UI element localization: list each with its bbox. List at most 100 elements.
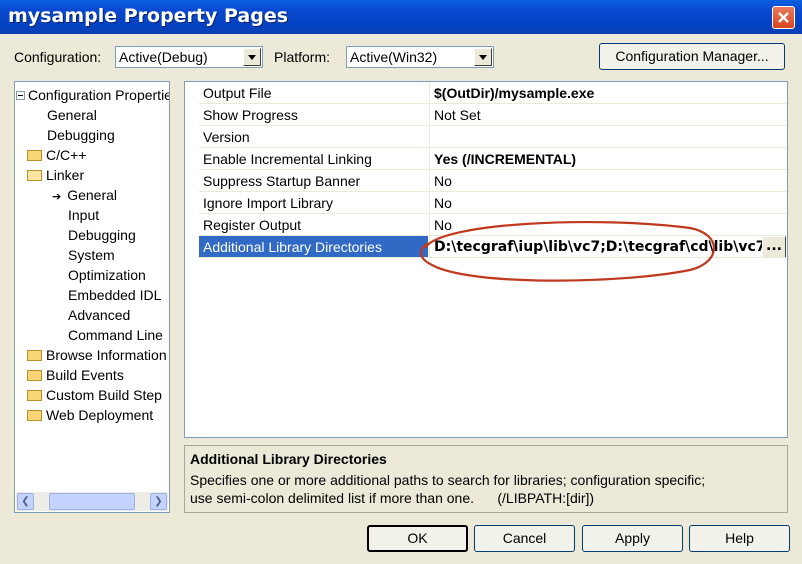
property-row[interactable]: Register Output No <box>185 214 787 236</box>
property-value[interactable]: Not Set <box>429 104 787 126</box>
property-row[interactable]: Show Progress Not Set <box>185 104 787 126</box>
chevron-down-icon[interactable] <box>243 48 261 66</box>
tree-item-label: General <box>67 187 118 203</box>
tree-item[interactable]: Optimization <box>68 265 146 285</box>
tree-item[interactable]: Browse Information <box>27 345 167 365</box>
tree-item-label: Optimization <box>68 267 146 283</box>
folder-open-icon <box>27 170 42 181</box>
tree-item[interactable]: Advanced <box>68 305 130 325</box>
apply-button[interactable]: Apply <box>582 525 683 552</box>
tree-item[interactable]: ➔ General <box>52 185 117 205</box>
tree-item-label: Embedded IDL <box>68 287 162 303</box>
property-name[interactable]: Show Progress <box>199 104 428 126</box>
tree-item-label: Linker <box>46 167 85 183</box>
chevron-down-icon[interactable] <box>474 48 492 66</box>
property-row[interactable]: Enable Incremental Linking Yes (/INCREMEN… <box>185 148 787 170</box>
property-name[interactable]: Register Output <box>199 214 428 236</box>
configuration-select-value: Active(Debug) <box>119 49 208 65</box>
description-panel: Additional Library Directories Specifies… <box>184 445 788 513</box>
tree-item-label: System <box>68 247 115 263</box>
property-value[interactable]: No <box>429 170 787 192</box>
window-title: mysample Property Pages <box>8 5 289 27</box>
tree-item[interactable]: Web Deployment <box>27 405 153 425</box>
tree-item[interactable]: Embedded IDL <box>68 285 161 305</box>
property-value-text: Not Set <box>434 107 481 123</box>
platform-select[interactable]: Active(Win32) <box>346 46 494 68</box>
property-row[interactable]: Ignore Import Library No <box>185 192 787 214</box>
property-value[interactable]: $(OutDir)/mysample.exe <box>429 82 787 104</box>
property-value[interactable]: D:\tecgraf\iup\lib\vc7;D:\tecgraf\cd\lib… <box>429 236 787 258</box>
tree-item[interactable]: Input <box>68 205 99 225</box>
property-value-text: No <box>434 173 452 189</box>
tree-item[interactable]: Debugging <box>47 125 115 145</box>
folder-icon <box>27 410 42 421</box>
tree-item[interactable]: Custom Build Step <box>27 385 162 405</box>
tree-item-label: Input <box>68 207 100 223</box>
arrow-right-icon: ➔ <box>52 190 62 203</box>
ok-button[interactable]: OK <box>367 525 468 552</box>
property-value[interactable]: No <box>429 214 787 236</box>
property-value-text: $(OutDir)/mysample.exe <box>434 85 595 101</box>
tree-item-label: C/C++ <box>46 147 87 163</box>
description-text: Specifies one or more additional paths t… <box>190 471 770 507</box>
tree-item[interactable]: General <box>47 105 97 125</box>
description-line-2: use semi-colon delimited list if more th… <box>190 490 595 506</box>
property-row[interactable]: Output File $(OutDir)/mysample.exe <box>185 82 787 104</box>
configuration-select[interactable]: Active(Debug) <box>115 46 263 68</box>
tree-item-label: Build Events <box>46 367 124 383</box>
description-line-1: Specifies one or more additional paths t… <box>190 472 706 488</box>
configuration-manager-button[interactable]: Configuration Manager... <box>599 43 785 70</box>
folder-icon <box>27 150 42 161</box>
close-button[interactable] <box>772 6 795 29</box>
tree-item-label: General <box>47 107 97 123</box>
property-name[interactable]: Additional Library Directories <box>199 236 428 258</box>
property-value-text: No <box>434 195 452 211</box>
tree-item-label: Command Line <box>68 327 163 343</box>
scroll-left-icon[interactable]: ❮ <box>17 493 34 510</box>
platform-label: Platform: <box>274 49 331 65</box>
tree-item-root[interactable]: Configuration Properties <box>16 85 170 105</box>
tree-item[interactable]: Linker <box>27 165 84 185</box>
tree-item-label: Debugging <box>68 227 136 243</box>
property-row[interactable]: Suppress Startup Banner No <box>185 170 787 192</box>
title-bar: mysample Property Pages <box>0 0 802 34</box>
configuration-label: Configuration: <box>14 49 102 65</box>
property-value[interactable] <box>429 126 787 148</box>
folder-icon <box>27 350 42 361</box>
property-row[interactable]: Version <box>185 126 787 148</box>
property-name[interactable]: Version <box>199 126 428 148</box>
property-value-text: Yes (/INCREMENTAL) <box>434 151 577 167</box>
scroll-right-icon[interactable]: ❯ <box>150 493 167 510</box>
tree-item[interactable]: System <box>68 245 115 265</box>
tree-item[interactable]: C/C++ <box>27 145 86 165</box>
platform-select-value: Active(Win32) <box>350 49 438 65</box>
property-value[interactable]: Yes (/INCREMENTAL) <box>429 148 787 170</box>
property-grid: Output File $(OutDir)/mysample.exe Show Pr… <box>184 81 788 438</box>
help-button[interactable]: Help <box>689 525 790 552</box>
property-tree[interactable]: Configuration Properties General Debuggin… <box>14 81 170 513</box>
description-title: Additional Library Directories <box>190 451 387 467</box>
tree-item-label: Configuration Properties <box>28 87 170 103</box>
property-name[interactable]: Enable Incremental Linking <box>199 148 428 170</box>
tree-item-label: Custom Build Step <box>46 387 162 403</box>
property-name[interactable]: Suppress Startup Banner <box>199 170 428 192</box>
tree-item-label: Web Deployment <box>46 407 154 423</box>
minus-box-icon <box>16 91 25 100</box>
property-value[interactable]: No <box>429 192 787 214</box>
folder-icon <box>27 370 42 381</box>
property-name[interactable]: Output File <box>199 82 428 104</box>
cancel-button[interactable]: Cancel <box>474 525 575 552</box>
folder-icon <box>27 390 42 401</box>
tree-item[interactable]: Build Events <box>27 365 124 385</box>
tree-item[interactable]: Command Line <box>68 325 163 345</box>
browse-button[interactable]: ... <box>762 236 786 257</box>
property-row[interactable]: Additional Library Directories D:\tecgraf… <box>185 236 787 258</box>
scrollbar-thumb[interactable] <box>49 493 135 510</box>
horizontal-scrollbar[interactable]: ❮ ❯ <box>16 492 168 511</box>
property-value-text: D:\tecgraf\iup\lib\vc7;D:\tecgraf\cd\lib… <box>434 239 766 255</box>
property-name[interactable]: Ignore Import Library <box>199 192 428 214</box>
tree-item[interactable]: Debugging <box>68 225 136 245</box>
tree-item-label: Advanced <box>68 307 131 323</box>
tree-item-label: Browse Information <box>46 347 167 363</box>
property-value-text: No <box>434 217 452 233</box>
